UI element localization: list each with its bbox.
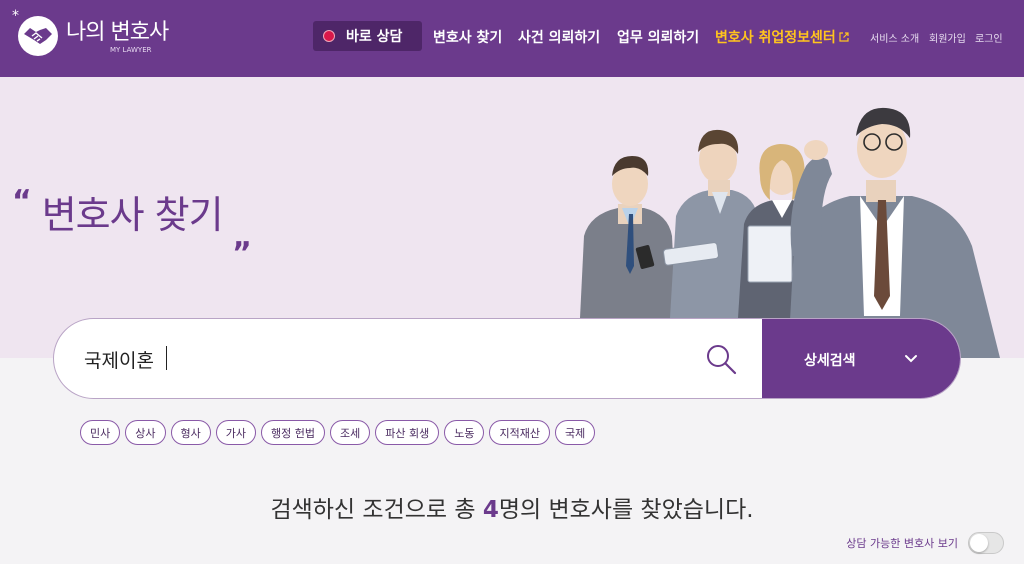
toggle-knob bbox=[970, 534, 988, 552]
result-count: 4 bbox=[482, 497, 499, 523]
result-summary: 검색하신 조건으로 총 4명의 변호사를 찾았습니다. bbox=[0, 490, 1024, 524]
available-only-toggle[interactable] bbox=[968, 532, 1004, 554]
site-logo[interactable]: * 나의 변호사 MY LAWYER bbox=[12, 8, 182, 60]
result-suffix: 명의 변호사를 찾았습니다. bbox=[498, 497, 754, 523]
nav-case-request[interactable]: 사건 의뢰하기 bbox=[518, 27, 600, 47]
search-icon[interactable] bbox=[705, 343, 737, 375]
instant-consult-button[interactable]: 바로 상담 bbox=[313, 21, 422, 51]
tag-tax[interactable]: 조세 bbox=[329, 420, 371, 445]
category-tags: 민사 상사 형사 가사 행정 헌법 조세 파산 회생 노동 지적재산 국제 bbox=[80, 420, 596, 445]
logo-text: 나의 변호사 bbox=[66, 20, 169, 45]
chevron-down-icon bbox=[905, 355, 917, 363]
tag-commercial[interactable]: 상사 bbox=[125, 420, 166, 445]
toggle-label: 상담 가능한 변호사 보기 bbox=[846, 537, 958, 550]
logo-star: * bbox=[12, 8, 19, 24]
top-header: * 나의 변호사 MY LAWYER 바로 상담 변호사 찾기 사건 의뢰하기 … bbox=[0, 0, 1024, 77]
tag-administrative-constitutional[interactable]: 행정 헌법 bbox=[261, 420, 325, 445]
available-lawyer-filter: 상담 가능한 변호사 보기 bbox=[846, 532, 1004, 554]
nav-job-center[interactable]: 변호사 취업정보센터 bbox=[715, 27, 849, 47]
tag-international[interactable]: 국제 bbox=[554, 420, 596, 445]
search-input[interactable] bbox=[84, 343, 684, 375]
tag-civil[interactable]: 민사 bbox=[80, 420, 121, 445]
tag-intellectual-property[interactable]: 지적재산 bbox=[489, 420, 550, 445]
live-dot-icon bbox=[324, 31, 334, 41]
util-login-link[interactable]: 로그인 bbox=[975, 30, 1003, 45]
external-link-icon bbox=[839, 32, 849, 42]
result-prefix: 검색하신 조건으로 총 bbox=[270, 497, 483, 523]
detail-search-label: 상세검색 bbox=[804, 352, 856, 369]
instant-consult-label: 바로 상담 bbox=[346, 29, 403, 45]
tag-bankruptcy[interactable]: 파산 회생 bbox=[375, 420, 440, 445]
nav-job-center-label: 변호사 취업정보센터 bbox=[715, 30, 836, 46]
hero-title: “ 변호사 찾기 „ bbox=[12, 187, 252, 253]
text-caret bbox=[166, 346, 167, 370]
handshake-icon bbox=[18, 16, 58, 56]
tag-family[interactable]: 가사 bbox=[215, 420, 256, 445]
tag-labor[interactable]: 노동 bbox=[444, 420, 485, 445]
nav-work-request[interactable]: 업무 의뢰하기 bbox=[617, 27, 699, 47]
logo-subtitle: MY LAWYER bbox=[110, 46, 152, 54]
tag-criminal[interactable]: 형사 bbox=[170, 420, 211, 445]
nav-find-lawyer[interactable]: 변호사 찾기 bbox=[433, 27, 502, 47]
detail-search-button[interactable]: 상세검색 bbox=[762, 319, 960, 398]
lawyer-search-bar: 상세검색 bbox=[53, 318, 961, 399]
page-title: 변호사 찾기 bbox=[41, 193, 224, 237]
quote-open-mark: “ bbox=[12, 184, 32, 219]
util-signup-link[interactable]: 회원가입 bbox=[929, 30, 966, 45]
util-about-link[interactable]: 서비스 소개 bbox=[870, 30, 919, 45]
quote-close-mark: „ bbox=[232, 220, 253, 255]
